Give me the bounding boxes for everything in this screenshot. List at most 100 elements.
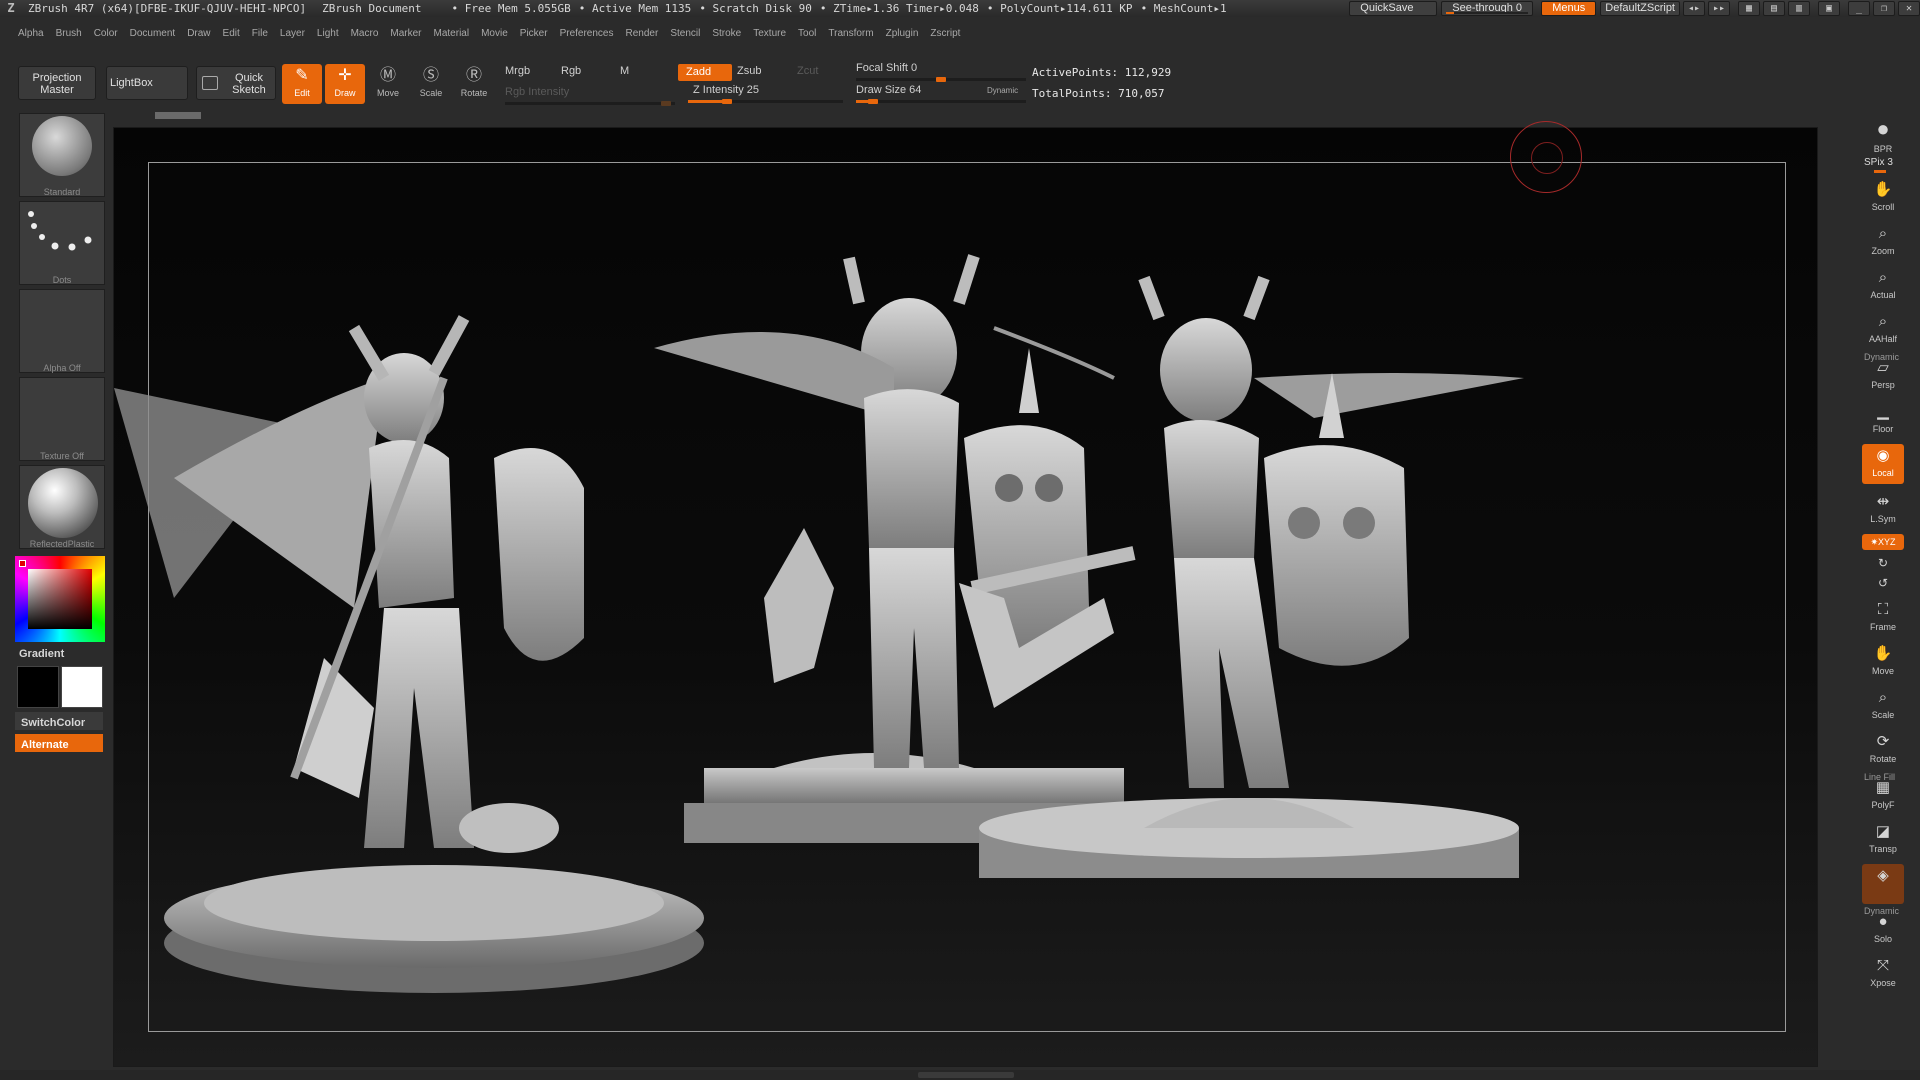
sculpt-figure-left xyxy=(114,315,704,993)
menu-marker[interactable]: Marker xyxy=(390,28,421,39)
scroll-button[interactable]: ✋ Scroll xyxy=(1862,178,1904,218)
menu-brush[interactable]: Brush xyxy=(56,28,82,39)
menu-transform[interactable]: Transform xyxy=(828,28,873,39)
aahalf-button[interactable]: ⌕ AAHalf xyxy=(1862,310,1904,350)
default-zscript-button[interactable]: DefaultZScript xyxy=(1600,1,1680,16)
frame-button[interactable]: ⛶ Frame xyxy=(1862,598,1904,638)
solo-button[interactable]: ● Solo xyxy=(1862,910,1904,950)
lsym-button[interactable]: ⇹ L.Sym xyxy=(1862,490,1904,530)
focal-shift-slider[interactable]: Focal Shift 0 xyxy=(856,62,917,74)
right-shelf: ● BPR SPix 3 ✋ Scroll ⌕ Zoom ⌕ Actual ⌕ AAHa… xyxy=(1858,110,1920,1080)
xpose-button[interactable]: ⤧ Xpose xyxy=(1862,954,1904,994)
rgb-toggle[interactable]: Rgb xyxy=(561,65,581,77)
document-canvas[interactable] xyxy=(113,127,1818,1067)
menu-document[interactable]: Document xyxy=(130,28,176,39)
stroke-selector[interactable]: Dots xyxy=(19,201,105,285)
collapse-left-icon[interactable]: ◂▸ xyxy=(1683,1,1705,16)
lightbox-button[interactable]: LightBox xyxy=(106,66,188,100)
actual-button[interactable]: ⌕ Actual xyxy=(1862,266,1904,306)
restore-icon[interactable]: ❐ xyxy=(1873,1,1895,16)
zcut-toggle[interactable]: Zcut xyxy=(797,65,818,77)
switch-color-button[interactable]: SwitchColor xyxy=(15,712,103,730)
menu-picker[interactable]: Picker xyxy=(520,28,548,39)
menu-alpha[interactable]: Alpha xyxy=(18,28,44,39)
alpha-selector[interactable]: Alpha Off xyxy=(19,289,105,373)
move-view-button[interactable]: ✋ Move xyxy=(1862,642,1904,682)
local-button[interactable]: ◉ Local xyxy=(1862,444,1904,484)
rgb-intensity-slider[interactable]: Rgb Intensity xyxy=(505,86,569,98)
floor-button[interactable]: ▁ Floor xyxy=(1862,400,1904,440)
ui-layout-icon[interactable]: ▤ xyxy=(1763,1,1785,16)
z-intensity-slider[interactable]: Z Intensity 25 xyxy=(693,84,759,96)
xyz-button[interactable]: ✷XYZ xyxy=(1862,534,1904,550)
ui-color-icon[interactable]: ▥ xyxy=(1788,1,1810,16)
rotate-y-button[interactable]: ↻ xyxy=(1862,554,1904,572)
alternate-button[interactable]: Alternate xyxy=(15,734,103,752)
menu-texture[interactable]: Texture xyxy=(753,28,786,39)
m-toggle[interactable]: M xyxy=(620,65,629,77)
scale-mode-button[interactable]: Ⓢ Scale xyxy=(411,64,451,104)
gradient-toggle[interactable]: Gradient xyxy=(19,648,64,660)
mrgb-toggle[interactable]: Mrgb xyxy=(505,65,530,77)
zoom-button[interactable]: ⌕ Zoom xyxy=(1862,222,1904,262)
polycount-stat: • PolyCount▸114.611 KP xyxy=(986,2,1133,15)
edit-mode-button[interactable]: ✎ Edit xyxy=(282,64,322,104)
rotate-z-button[interactable]: ↺ xyxy=(1862,574,1904,592)
zadd-toggle[interactable]: Zadd xyxy=(678,64,732,81)
primary-color-swatch[interactable] xyxy=(17,666,59,708)
menu-stroke[interactable]: Stroke xyxy=(712,28,741,39)
polyf-button[interactable]: ▦ PolyF xyxy=(1862,776,1904,816)
menu-render[interactable]: Render xyxy=(626,28,659,39)
texture-selector[interactable]: Texture Off xyxy=(19,377,105,461)
menu-zplugin[interactable]: Zplugin xyxy=(886,28,919,39)
projection-master-button[interactable]: Projection Master xyxy=(18,66,96,100)
menu-layer[interactable]: Layer xyxy=(280,28,305,39)
draw-mode-button[interactable]: ✛ Draw xyxy=(325,64,365,104)
menu-draw[interactable]: Draw xyxy=(187,28,210,39)
menu-movie[interactable]: Movie xyxy=(481,28,508,39)
zsub-toggle[interactable]: Zsub xyxy=(737,65,761,77)
menu-tool[interactable]: Tool xyxy=(798,28,816,39)
menu-zscript[interactable]: Zscript xyxy=(930,28,960,39)
brush-selector[interactable]: Standard xyxy=(19,113,105,197)
persp-label: Persp xyxy=(1871,380,1895,390)
close-icon[interactable]: ✕ xyxy=(1898,1,1920,16)
menu-stencil[interactable]: Stencil xyxy=(670,28,700,39)
scale-view-button[interactable]: ⌕ Scale xyxy=(1862,686,1904,726)
menu-preferences[interactable]: Preferences xyxy=(560,28,614,39)
layout-icon[interactable]: ▦ xyxy=(1738,1,1760,16)
color-picker[interactable] xyxy=(15,556,105,642)
see-through-slider[interactable]: See-through 0 xyxy=(1441,1,1534,16)
quick-sketch-button[interactable]: Quick Sketch xyxy=(196,66,276,100)
secondary-color-swatch[interactable] xyxy=(61,666,103,708)
draw-size-slider[interactable]: Draw Size 64 xyxy=(856,84,921,96)
menu-file[interactable]: File xyxy=(252,28,268,39)
persp-button[interactable]: ▱ Persp xyxy=(1862,356,1904,396)
bpr-button[interactable]: ● BPR xyxy=(1862,114,1904,160)
quick-sketch-icon xyxy=(202,76,218,90)
menu-macro[interactable]: Macro xyxy=(351,28,379,39)
spix-slider[interactable]: SPix 3 xyxy=(1864,157,1893,168)
dynamic-toggle[interactable]: Dynamic xyxy=(987,86,1018,95)
move-mode-button[interactable]: Ⓜ Move xyxy=(368,64,408,104)
rotate-view-button[interactable]: ⟳ Rotate xyxy=(1862,730,1904,770)
titlebar-controls: QuickSave See-through 0 Menus DefaultZSc… xyxy=(1345,0,1920,17)
menu-edit[interactable]: Edit xyxy=(223,28,240,39)
collapse-right-icon[interactable]: ▸▸ xyxy=(1708,1,1730,16)
bottom-tray-handle[interactable] xyxy=(918,1072,1014,1078)
lock-icon[interactable]: ▣ xyxy=(1818,1,1840,16)
transp-button[interactable]: ◪ Transp xyxy=(1862,820,1904,860)
canvas-scroll-tab[interactable] xyxy=(155,112,201,119)
color-picker-square[interactable] xyxy=(28,569,92,629)
quicksave-button[interactable]: QuickSave xyxy=(1349,1,1438,16)
ghost-button[interactable]: ◈ xyxy=(1862,864,1904,904)
menu-material[interactable]: Material xyxy=(434,28,470,39)
material-selector[interactable]: ReflectedPlastic xyxy=(19,465,105,549)
rotate-mode-button[interactable]: Ⓡ Rotate xyxy=(454,64,494,104)
scale-icon: Ⓢ xyxy=(422,67,439,84)
menu-light[interactable]: Light xyxy=(317,28,339,39)
minimize-icon[interactable]: _ xyxy=(1848,1,1870,16)
persp-icon: ▱ xyxy=(1877,359,1889,376)
menu-color[interactable]: Color xyxy=(94,28,118,39)
menus-toggle-button[interactable]: Menus xyxy=(1541,1,1597,16)
